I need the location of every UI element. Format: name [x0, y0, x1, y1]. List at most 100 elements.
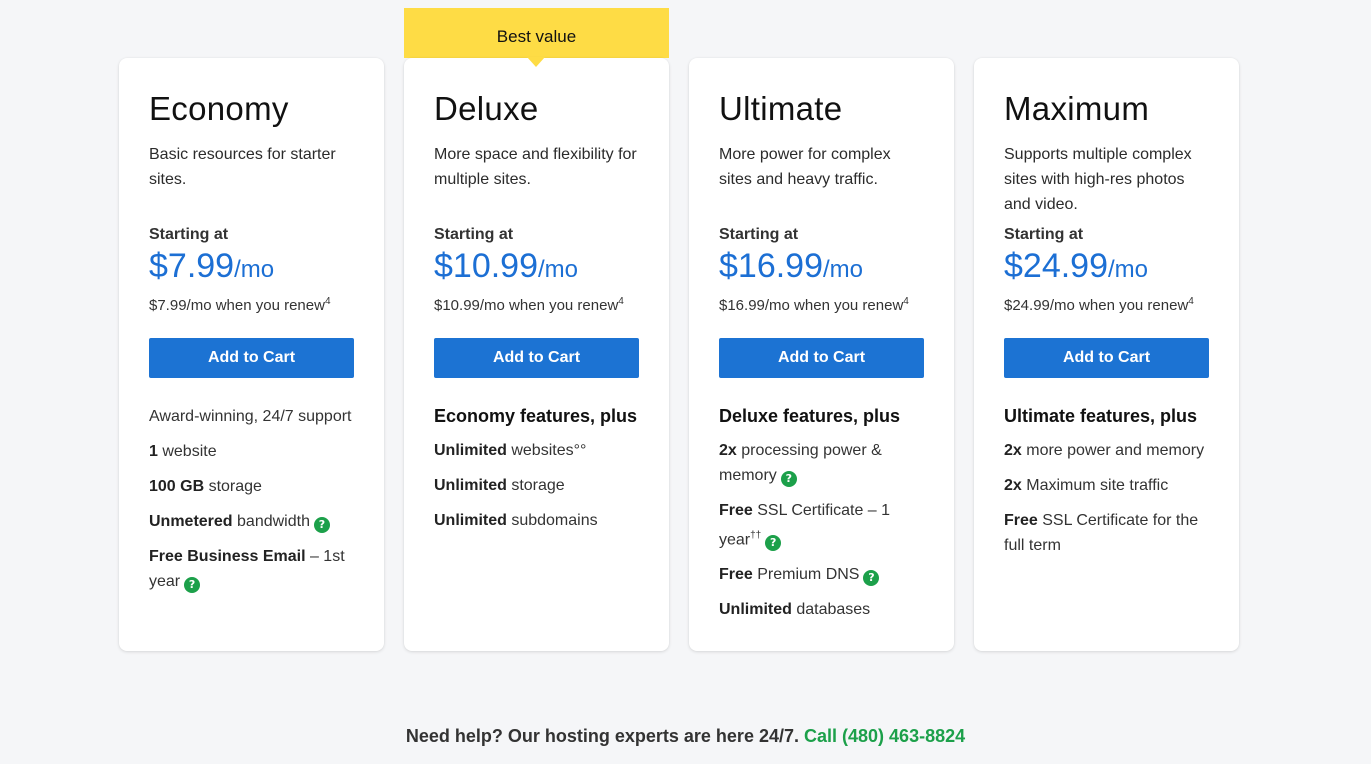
starting-at-label: Starting at	[1004, 226, 1084, 243]
feature-highlight: 100 GB	[149, 478, 205, 495]
plan-name: Economy	[149, 90, 289, 127]
renewal-text: $24.99/mo when you renew	[1004, 297, 1189, 314]
plan-description: More power for complex sites and heavy t…	[719, 146, 891, 188]
feature-item: 100 GB storage	[149, 474, 354, 499]
plan-name: Maximum	[1004, 90, 1150, 127]
feature-highlight: Unmetered	[149, 513, 233, 530]
add-to-cart-button[interactable]: Add to Cart	[1004, 338, 1209, 378]
feature-text: databases	[791, 601, 871, 619]
add-to-cart-button[interactable]: Add to Cart	[434, 338, 639, 378]
help-icon[interactable]: ?	[765, 535, 782, 552]
feature-item: 1 website	[149, 439, 354, 464]
feature-list: Economy features, plus Unlimited website…	[434, 404, 639, 533]
renewal-text: $16.99/mo when you renew	[719, 297, 904, 314]
price-amount: $16.99	[719, 247, 823, 285]
renewal-price: $10.99/mo when you renew4	[434, 292, 639, 316]
call-phone-link[interactable]: Call (480) 463-8824	[804, 726, 965, 746]
feature-item: 2x processing power & memory?	[719, 438, 924, 488]
price-period: /mo	[823, 256, 864, 283]
badge-label: Best value	[496, 27, 577, 46]
plan-description: Supports multiple complex sites with hig…	[1004, 146, 1192, 213]
feature-text: bandwidth	[232, 513, 310, 530]
price-period: /mo	[1108, 256, 1149, 283]
feature-text: storage	[204, 478, 262, 495]
price-period: /mo	[234, 256, 275, 283]
help-footer: Need help? Our hosting experts are here …	[0, 726, 1371, 747]
feature-highlight: Unlimited	[434, 477, 507, 494]
badge-pointer	[527, 57, 545, 67]
starting-at-label: Starting at	[149, 226, 229, 243]
plan-card-economy: Economy Basic resources for starter site…	[119, 58, 384, 651]
features-heading: Ultimate features, plus	[1004, 406, 1198, 426]
feature-highlight: 1	[149, 443, 158, 460]
price-amount: $10.99	[434, 247, 538, 285]
feature-highlight: Free	[1004, 512, 1038, 529]
plan-description: More space and flexibility for multiple …	[434, 146, 637, 188]
feature-item: Award-winning, 24/7 support	[149, 404, 354, 429]
feature-text: Award-winning, 24/7 support	[149, 408, 352, 425]
feature-highlight: Free	[719, 502, 753, 519]
feature-item: Unlimited websites°°	[434, 438, 639, 463]
plan-name: Deluxe	[434, 90, 539, 127]
feature-highlight: Unlimited	[434, 442, 507, 459]
plan-card-deluxe: Deluxe More space and flexibility for mu…	[404, 58, 669, 651]
feature-highlight: 2x	[1004, 442, 1022, 459]
footnote-marker: 4	[903, 296, 909, 307]
footnote-marker: 4	[324, 296, 331, 307]
help-icon[interactable]: ?	[863, 570, 880, 587]
renewal-price: $16.99/mo when you renew4	[719, 292, 924, 316]
help-icon[interactable]: ?	[780, 471, 797, 487]
add-to-cart-button[interactable]: Add to Cart	[719, 338, 924, 378]
feature-highlight: 2x	[719, 442, 737, 459]
best-value-badge: Best value	[404, 8, 669, 58]
feature-item: Unlimited storage	[434, 473, 639, 498]
feature-item: 2x Maximum site traffic	[1004, 473, 1209, 498]
price-amount: $7.99	[149, 247, 235, 285]
features-heading: Deluxe features, plus	[719, 406, 901, 426]
help-icon[interactable]: ?	[184, 577, 201, 593]
feature-highlight: Unlimited	[719, 601, 792, 619]
feature-list: Deluxe features, plus 2x processing powe…	[719, 404, 924, 622]
feature-text: processing power & memory	[719, 442, 882, 484]
feature-text: website	[157, 443, 217, 460]
price-period: /mo	[538, 256, 579, 283]
starting-at-label: Starting at	[719, 226, 799, 243]
plan-name: Ultimate	[719, 90, 843, 127]
renewal-text: $7.99/mo when you renew	[149, 297, 325, 314]
feature-highlight: Free	[719, 566, 753, 584]
feature-text: storage	[506, 477, 565, 494]
feature-list: Award-winning, 24/7 support 1 website 10…	[149, 404, 354, 594]
feature-text: Maximum site traffic	[1021, 477, 1169, 494]
feature-list: Ultimate features, plus 2x more power an…	[1004, 404, 1209, 558]
feature-item: 2x more power and memory	[1004, 438, 1209, 463]
renewal-text: $10.99/mo when you renew	[434, 297, 619, 314]
plan-description: Basic resources for starter sites.	[149, 146, 336, 188]
feature-highlight: Unlimited	[434, 512, 507, 529]
feature-item: Free Premium DNS?	[719, 562, 924, 587]
features-heading: Economy features, plus	[434, 406, 638, 426]
add-to-cart-button[interactable]: Add to Cart	[149, 338, 354, 378]
plan-card-maximum: Maximum Supports multiple complex sites …	[974, 58, 1239, 651]
renewal-price: $24.99/mo when you renew4	[1004, 292, 1209, 316]
footnote-marker: ††	[750, 530, 762, 541]
price: $7.99/mo	[149, 247, 354, 292]
feature-highlight: Free Business Email	[149, 548, 306, 565]
feature-item: Free Business Email – 1st year?	[149, 544, 354, 594]
plan-card-ultimate: Ultimate More power for complex sites an…	[689, 58, 954, 651]
starting-at-label: Starting at	[434, 226, 514, 243]
feature-item: Free SSL Certificate for the full term	[1004, 508, 1209, 558]
footnote-marker: 4	[1188, 296, 1194, 307]
help-text: Need help? Our hosting experts are here …	[405, 726, 799, 746]
help-icon[interactable]: ?	[313, 517, 330, 533]
feature-highlight: 2x	[1004, 477, 1022, 494]
feature-text: Premium DNS	[752, 566, 860, 584]
feature-item: Unmetered bandwidth?	[149, 509, 354, 534]
price: $10.99/mo	[434, 247, 639, 292]
pricing-plans: Best value Economy Basic resources for s…	[119, 8, 1240, 654]
price: $24.99/mo	[1004, 247, 1209, 292]
price-amount: $24.99	[1004, 247, 1108, 285]
feature-text: subdomains	[506, 512, 598, 529]
feature-item: Unlimited subdomains	[434, 508, 639, 533]
price: $16.99/mo	[719, 247, 924, 292]
footnote-marker: 4	[618, 296, 624, 307]
